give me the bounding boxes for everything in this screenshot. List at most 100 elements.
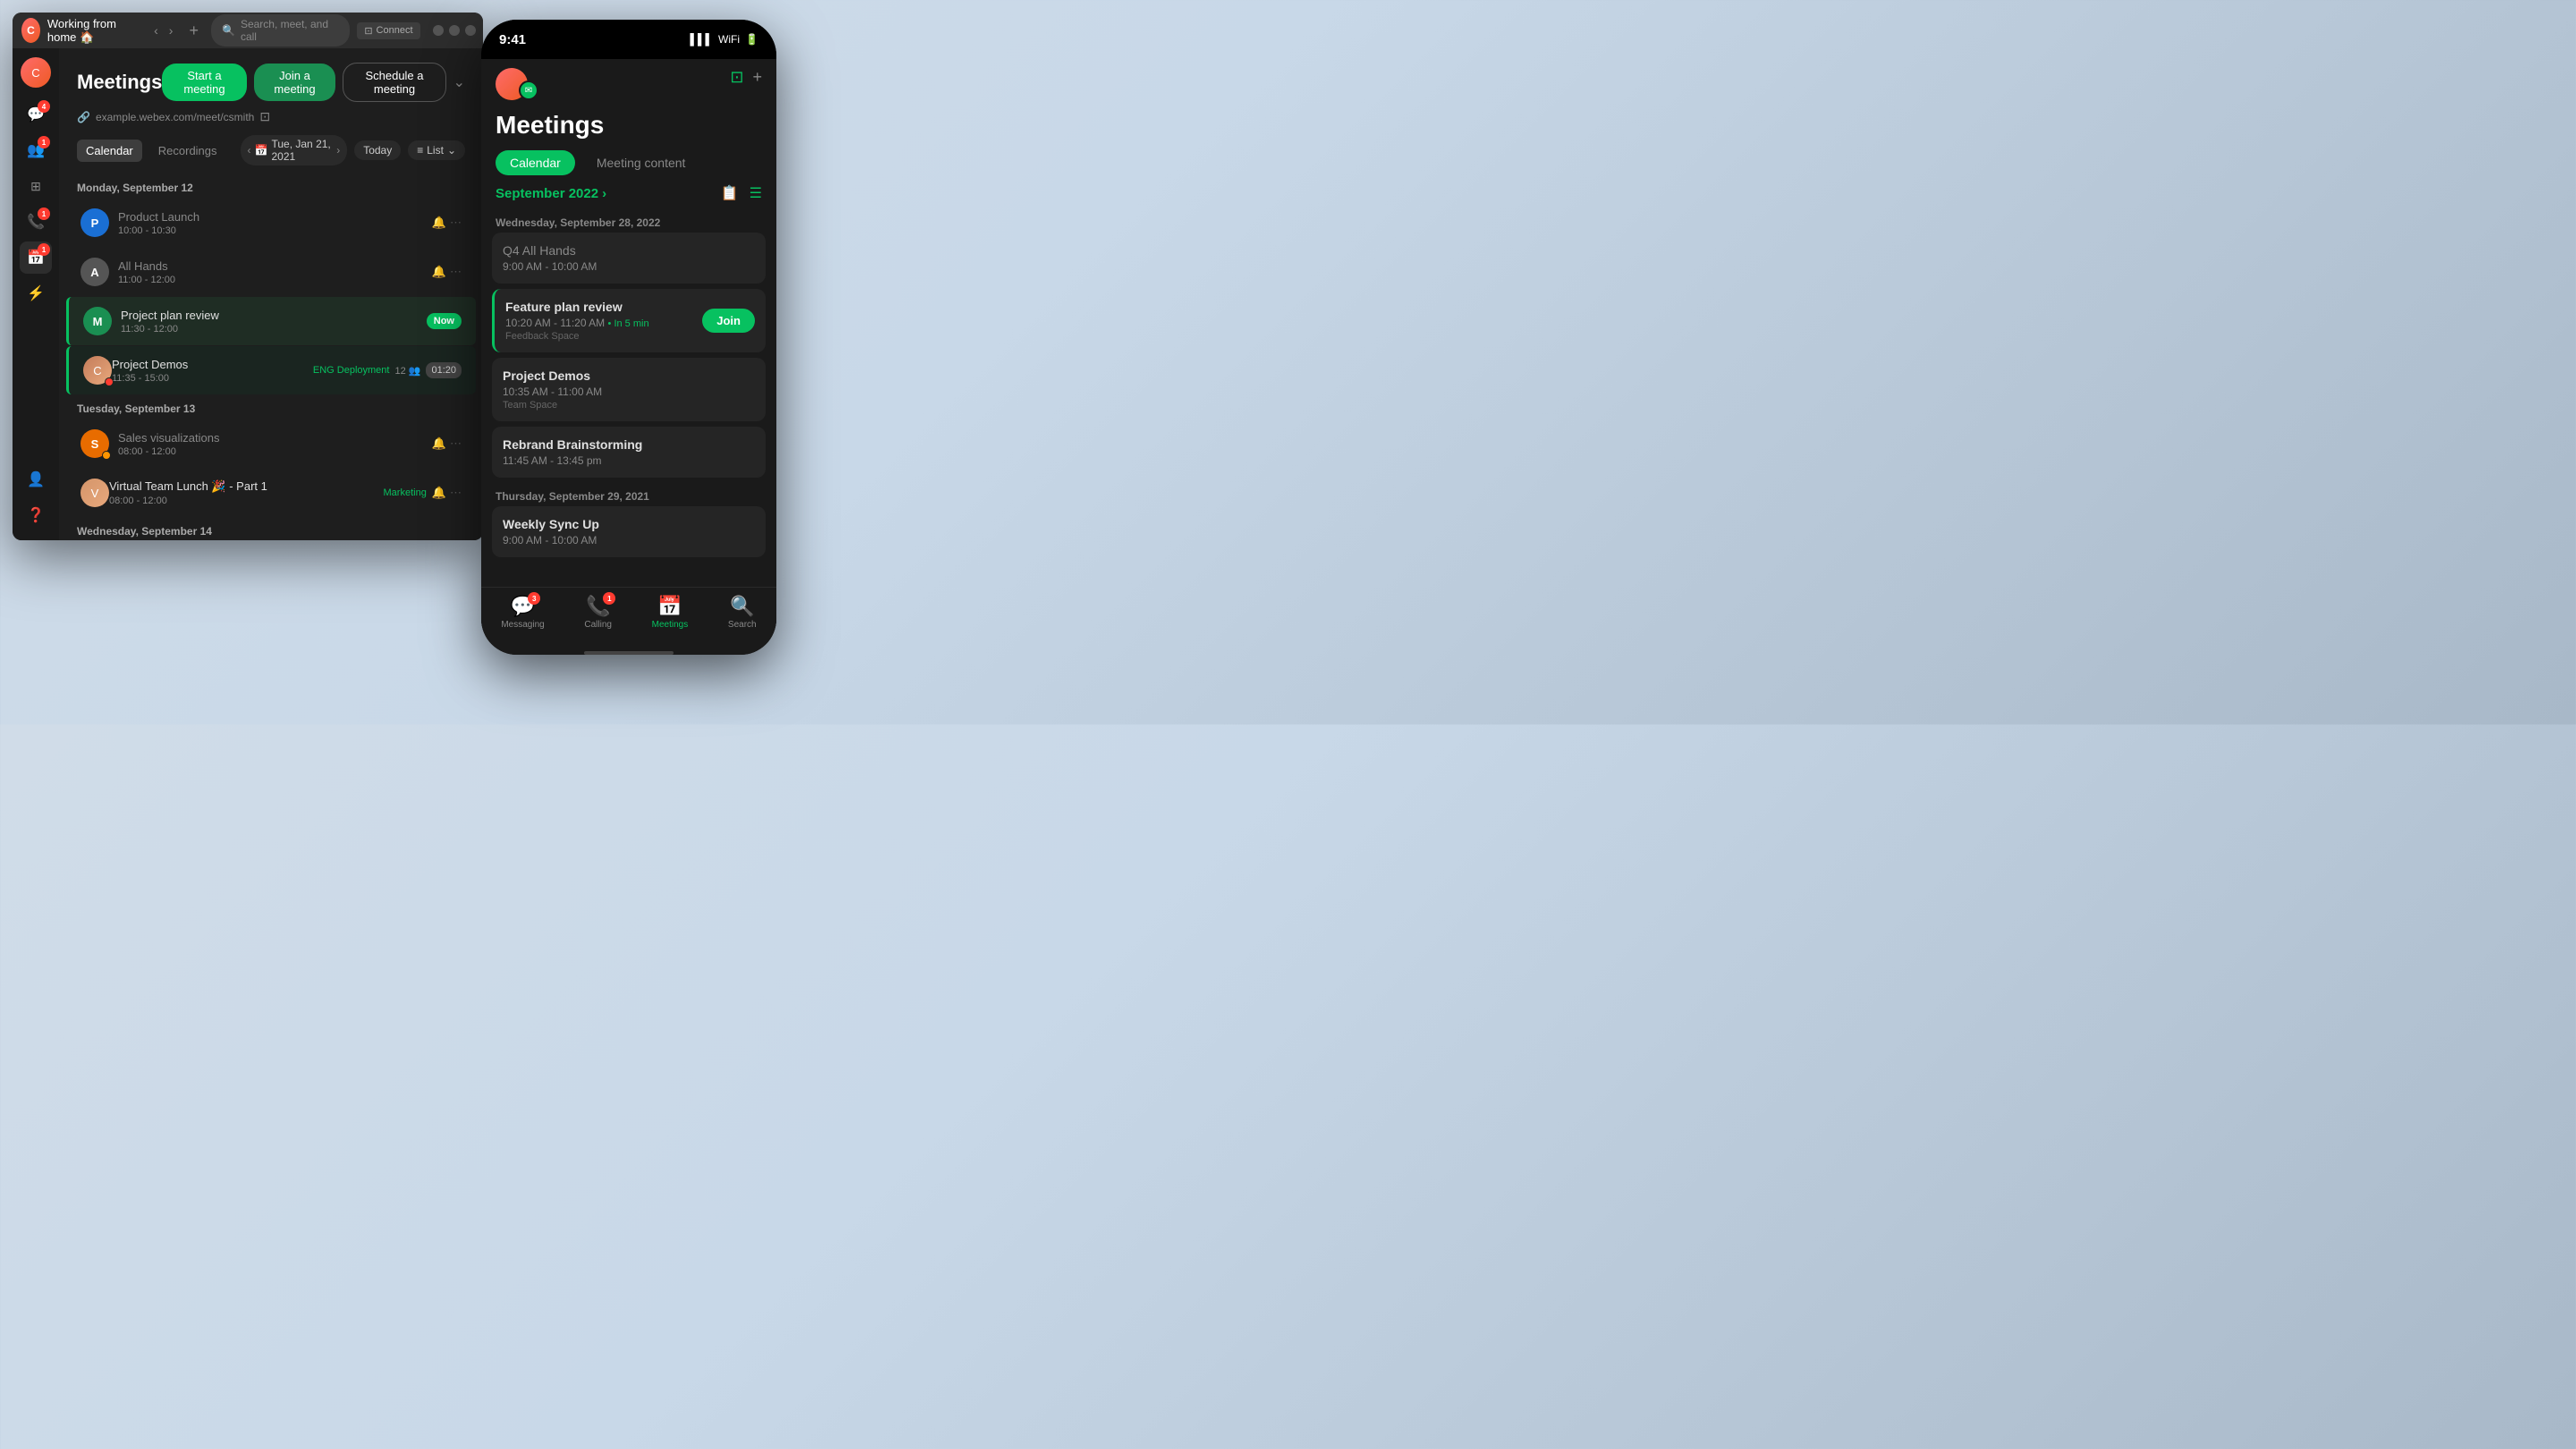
meeting-item[interactable]: P Product Launch 10:00 - 10:30 🔔 ⋯ xyxy=(66,199,476,247)
search-icon: 🔍 xyxy=(222,24,235,37)
meeting-item[interactable]: A All Hands 11:00 - 12:00 🔔 ⋯ xyxy=(66,248,476,296)
calendar-grid-icon[interactable]: 📋 xyxy=(721,184,739,202)
forward-arrow[interactable]: › xyxy=(165,21,177,39)
copy-url-button[interactable]: ⊡ xyxy=(259,109,270,124)
sidebar-item-messaging[interactable]: 💬 4 xyxy=(20,98,52,131)
meetings-header: Meetings Start a meeting Join a meeting … xyxy=(59,48,483,135)
maximize-button[interactable] xyxy=(449,25,460,36)
list-view-icon[interactable]: ☰ xyxy=(750,184,762,202)
mobile-day-header: Wednesday, September 28, 2022 xyxy=(492,209,766,233)
mute-icon[interactable]: 🔔 xyxy=(432,216,446,230)
join-button[interactable]: Join xyxy=(702,309,755,333)
meeting-content-tab[interactable]: Meeting content xyxy=(582,150,700,175)
sidebar-item-meetings[interactable]: 📅 1 xyxy=(20,242,52,274)
mobile-meeting-card-feature[interactable]: Feature plan review 10:20 AM - 11:20 AM … xyxy=(492,289,766,352)
meeting-url: example.webex.com/meet/csmith xyxy=(96,111,254,123)
status-time: 9:41 xyxy=(499,32,691,47)
nav-messaging[interactable]: 💬 3 Messaging xyxy=(501,595,544,630)
recordings-tab[interactable]: Recordings xyxy=(149,140,226,162)
view-toggle-icons: 📋 ☰ xyxy=(721,184,762,202)
calendar-tab[interactable]: Calendar xyxy=(77,140,142,162)
participant-count: 12 👥 xyxy=(394,365,420,377)
avatar: S xyxy=(80,429,109,458)
more-icon[interactable]: ⋯ xyxy=(450,265,462,279)
join-meeting-button[interactable]: Join a meeting xyxy=(254,64,336,101)
prev-date-button[interactable]: ‹ xyxy=(248,144,251,157)
calling-nav-badge: 1 xyxy=(603,592,615,605)
mobile-meeting-name: Project Demos xyxy=(503,369,755,383)
day-header-tue: Tuesday, September 13 xyxy=(63,395,479,419)
mobile-meeting-card-demos[interactable]: Project Demos 10:35 AM - 11:00 AM Team S… xyxy=(492,358,766,421)
meeting-item[interactable]: S Sales visualizations 08:00 - 12:00 🔔 ⋯ xyxy=(66,419,476,468)
connect-button[interactable]: ⊡ Connect xyxy=(357,22,419,39)
sidebar-avatar[interactable]: C xyxy=(21,57,51,88)
meeting-tag[interactable]: Marketing xyxy=(384,487,427,498)
sidebar-item-activity[interactable]: ⚡ xyxy=(20,277,52,309)
meeting-item-demos[interactable]: C Project Demos 11:35 - 15:00 ENG Deploy… xyxy=(66,346,476,394)
mute-icon[interactable]: 🔔 xyxy=(432,436,446,451)
title-bar-right: ⊡ Connect xyxy=(357,22,475,39)
meeting-info: Product Launch 10:00 - 10:30 xyxy=(118,210,432,236)
more-icon[interactable]: ⋯ xyxy=(450,486,462,500)
list-icon: ≡ xyxy=(417,144,423,157)
next-date-button[interactable]: › xyxy=(336,144,340,157)
mobile-meeting-name: Q4 All Hands xyxy=(503,243,755,258)
sidebar-item-calling[interactable]: 📞 1 xyxy=(20,206,52,238)
meeting-item-now[interactable]: M Project plan review 11:30 - 12:00 Now xyxy=(66,297,476,345)
minimize-button[interactable] xyxy=(433,25,444,36)
sidebar-item-contacts[interactable]: 👥 1 xyxy=(20,134,52,166)
sidebar-item-team[interactable]: 👤 xyxy=(20,463,52,496)
contacts-badge: 1 xyxy=(38,136,50,148)
list-view-button[interactable]: ≡ List ⌄ xyxy=(408,140,465,160)
meetings-url-row: 🔗 example.webex.com/meet/csmith ⊡ xyxy=(77,109,465,124)
mute-icon[interactable]: 🔔 xyxy=(432,265,446,279)
start-meeting-button[interactable]: Start a meeting xyxy=(162,64,246,101)
search-bar[interactable]: 🔍 Search, meet, and call xyxy=(211,14,350,47)
calendar-tab[interactable]: Calendar xyxy=(496,150,575,175)
month-label: September 2022 › xyxy=(496,186,721,201)
today-button[interactable]: Today xyxy=(354,140,401,160)
back-arrow[interactable]: ‹ xyxy=(150,21,162,39)
meeting-actions: Marketing 🔔 ⋯ xyxy=(384,486,462,500)
connect-icon: ⊡ xyxy=(364,25,372,37)
search-nav-label: Search xyxy=(728,620,757,630)
meeting-info: Project Demos 11:35 - 15:00 xyxy=(112,358,313,384)
mobile-meeting-name: Feature plan review xyxy=(505,300,649,314)
window-controls xyxy=(433,25,476,36)
avatar: M xyxy=(83,307,112,335)
meeting-tag[interactable]: ENG Deployment xyxy=(313,365,390,376)
current-date: Tue, Jan 21, 2021 xyxy=(271,138,333,163)
close-button[interactable] xyxy=(465,25,476,36)
meetings-nav-icon: 📅 xyxy=(657,595,682,618)
user-avatar[interactable]: C xyxy=(21,18,40,43)
search-header-icon[interactable]: ⊡ xyxy=(730,68,743,87)
schedule-meeting-button[interactable]: Schedule a meeting xyxy=(343,63,445,102)
wifi-icon: WiFi xyxy=(718,33,740,46)
nav-search[interactable]: 🔍 Search xyxy=(728,595,757,630)
sidebar: C 💬 4 👥 1 ⊞ 📞 1 📅 1 ⚡ xyxy=(13,48,59,540)
mobile-bottom-nav: 💬 3 Messaging 📞 1 Calling 📅 Meetings 🔍 S… xyxy=(481,587,776,648)
nav-meetings[interactable]: 📅 Meetings xyxy=(652,595,689,630)
more-icon[interactable]: ⋯ xyxy=(450,216,462,230)
nav-calling[interactable]: 📞 1 Calling xyxy=(584,595,612,630)
mobile-meeting-card-weekly[interactable]: Weekly Sync Up 9:00 AM - 10:00 AM xyxy=(492,506,766,557)
presence-indicator: ✉ xyxy=(519,80,538,100)
calendar-list: Monday, September 12 P Product Launch 10… xyxy=(59,174,483,540)
mobile-meeting-card[interactable]: Q4 All Hands 9:00 AM - 10:00 AM xyxy=(492,233,766,284)
add-button[interactable]: + xyxy=(752,68,762,87)
avatar: V xyxy=(80,479,109,507)
meeting-time: 10:00 - 10:30 xyxy=(118,225,432,236)
status-bar: 9:41 ▌▌▌ WiFi 🔋 xyxy=(481,20,776,59)
more-icon[interactable]: ⋯ xyxy=(450,436,462,451)
mobile-meeting-card-rebrand[interactable]: Rebrand Brainstorming 11:45 AM - 13:45 p… xyxy=(492,427,766,478)
mute-icon[interactable]: 🔔 xyxy=(432,486,446,500)
mobile-tabs: Calendar Meeting content xyxy=(481,150,776,175)
sidebar-item-apps[interactable]: ⊞ xyxy=(20,170,52,202)
meeting-item-lunch[interactable]: V Virtual Team Lunch 🎉 - Part 1 08:00 - … xyxy=(66,469,476,517)
new-tab-button[interactable]: + xyxy=(183,20,204,42)
avatar: C xyxy=(83,356,112,385)
sidebar-item-help[interactable]: ❓ xyxy=(20,499,52,531)
more-options-button[interactable]: ⌄ xyxy=(453,73,465,91)
activity-icon: ⚡ xyxy=(27,284,45,302)
apps-icon: ⊞ xyxy=(30,179,41,194)
